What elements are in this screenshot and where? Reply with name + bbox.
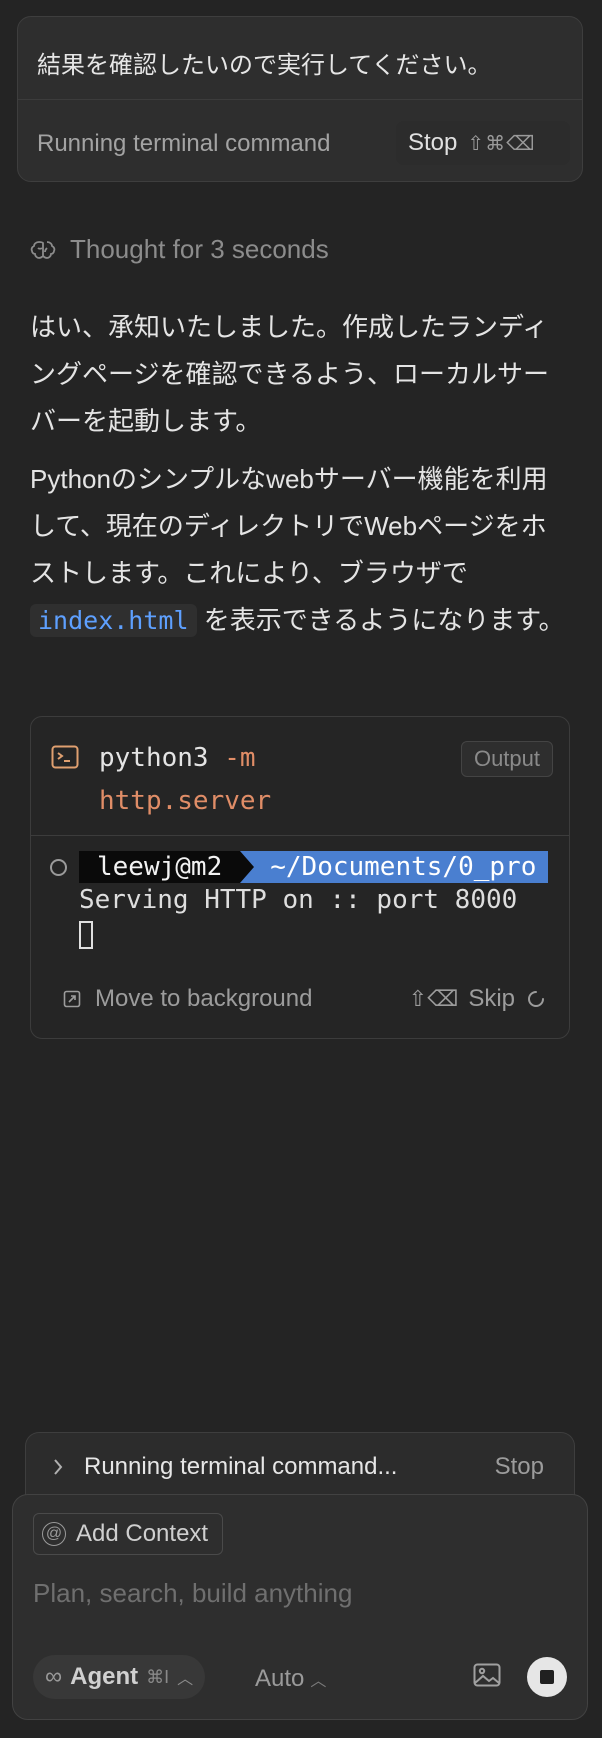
prompt-user: leewj@m2 <box>79 851 241 883</box>
running-command-label: Running terminal command... <box>84 1453 398 1480</box>
cmd-flag: -m <box>224 743 256 773</box>
cmd-arg: http.server <box>99 786 272 816</box>
thought-label: Thought for 3 seconds <box>70 234 329 264</box>
run-bar-stop-button[interactable]: Stop <box>495 1453 544 1481</box>
chevron-up-icon: ︿ <box>310 1673 327 1690</box>
thought-toggle[interactable]: Thought for 3 seconds <box>30 234 329 265</box>
prompt-path: ~/Documents/0_pro <box>254 851 549 883</box>
model-selector[interactable]: Auto ︿ <box>255 1665 326 1693</box>
terminal-icon <box>51 745 79 769</box>
skip-shortcut: ⇧⌫ <box>408 986 459 1011</box>
assistant-paragraph-1: はい、承知いたしました。作成したランディングページを確認できるよう、ローカルサー… <box>30 312 549 436</box>
skip-button[interactable]: ⇧⌫ Skip <box>409 985 547 1013</box>
skip-label: Skip <box>468 985 515 1012</box>
inline-code: index.html <box>30 604 197 637</box>
add-context-button[interactable]: @ Add Context <box>33 1513 224 1555</box>
chevron-up-icon: ︿ <box>177 1671 194 1688</box>
spinner-icon <box>528 991 544 1007</box>
p2-text-after: を表示できるようになります。 <box>203 605 565 635</box>
stop-generation-button[interactable] <box>527 1657 567 1697</box>
assistant-paragraph-2: Pythonのシンプルなwebサーバー機能を利用して、現在のディレクトリでWeb… <box>30 456 570 644</box>
mode-shortcut: ⌘I <box>146 1666 170 1687</box>
at-icon: @ <box>42 1522 66 1546</box>
divider <box>31 835 569 836</box>
composer: @ Add Context ∞ Agent ⌘I ︿ Auto ︿ <box>12 1494 588 1720</box>
mode-selector[interactable]: ∞ Agent ⌘I ︿ <box>33 1655 206 1699</box>
p2-text-before: Pythonのシンプルなwebサーバー機能を利用して、現在のディレクトリでWeb… <box>30 464 548 588</box>
terminal-command: python3 -m http.server <box>99 737 271 823</box>
prompt-separator-icon <box>240 851 255 883</box>
output-button[interactable]: Output <box>460 741 553 777</box>
status-dot-icon <box>50 859 67 876</box>
cmd-main: python3 <box>99 743 209 773</box>
stop-square-icon <box>540 1670 554 1684</box>
chevron-right-icon <box>54 1459 63 1475</box>
stop-button[interactable]: Stop ⇧⌘⌫ <box>396 121 570 165</box>
user-message-card: 結果を確認したいので実行してください。 Running terminal com… <box>17 16 583 182</box>
move-to-background-label: Move to background <box>95 985 313 1012</box>
running-status: Running terminal command <box>37 130 331 157</box>
terminal-tool-card: python3 -m http.server Output leewj@m2 ~… <box>30 716 570 1039</box>
move-to-background-button[interactable]: Move to background <box>63 985 312 1013</box>
move-out-icon <box>63 990 81 1008</box>
infinity-icon: ∞ <box>45 1663 63 1690</box>
image-icon[interactable] <box>473 1663 501 1687</box>
running-command-bar[interactable]: Running terminal command... Stop <box>25 1432 575 1502</box>
brain-icon <box>30 240 56 259</box>
model-label: Auto <box>255 1665 305 1692</box>
terminal-output: Serving HTTP on :: port 8000 <box>79 885 518 915</box>
prompt-input[interactable] <box>33 1573 553 1613</box>
terminal-prompt: leewj@m2 ~/Documents/0_pro <box>79 851 549 883</box>
divider <box>18 99 582 100</box>
stop-label: Stop <box>408 129 458 156</box>
mode-label: Agent <box>70 1663 139 1690</box>
stop-shortcut: ⇧⌘⌫ <box>467 132 536 155</box>
add-context-label: Add Context <box>76 1520 209 1547</box>
user-message-text: 結果を確認したいので実行してください。 <box>37 52 492 79</box>
terminal-cursor <box>79 921 93 949</box>
